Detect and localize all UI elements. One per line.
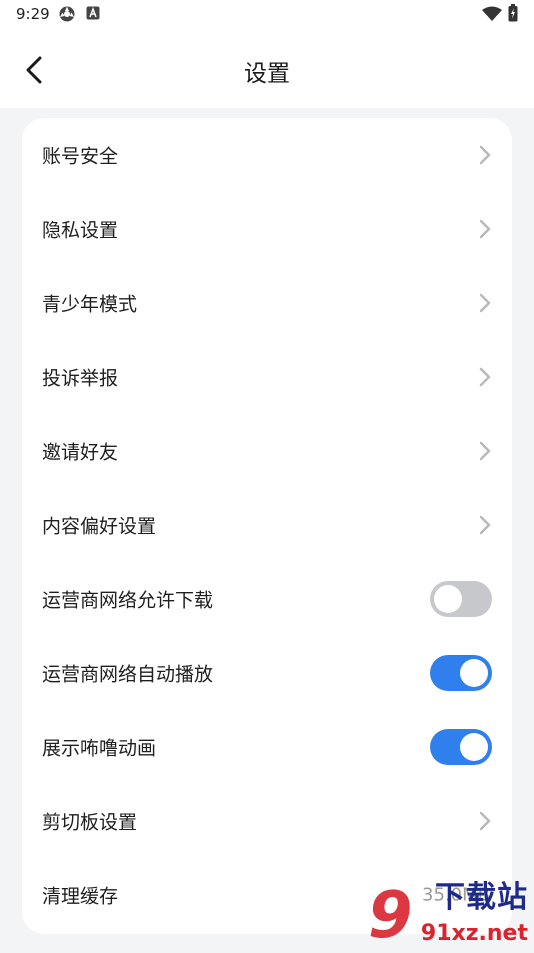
settings-item-label: 运营商网络自动播放 bbox=[42, 663, 214, 686]
toggle-knob bbox=[434, 585, 462, 613]
app-notification-icon bbox=[58, 5, 76, 27]
settings-item-label: 隐私设置 bbox=[42, 219, 119, 242]
status-time: 9:29 bbox=[16, 5, 50, 23]
chevron-right-icon bbox=[479, 811, 491, 831]
chevron-right-icon bbox=[479, 367, 491, 387]
settings-item-label: 展示咘噜动画 bbox=[42, 737, 157, 760]
settings-item-label: 邀请好友 bbox=[42, 441, 119, 464]
chevron-right-icon bbox=[479, 145, 491, 165]
settings-item-teen-mode[interactable]: 青少年模式 bbox=[22, 266, 512, 340]
settings-item-label: 清理缓存 bbox=[42, 885, 119, 908]
settings-item-cellular-autoplay: 运营商网络自动播放 bbox=[22, 636, 512, 710]
settings-item-label: 运营商网络允许下载 bbox=[42, 589, 214, 612]
battery-icon bbox=[508, 4, 518, 26]
status-bar: 9:29 bbox=[0, 0, 534, 30]
settings-list: 账号安全 隐私设置 青少年模式 投诉举报 邀请好友 内容偏好设置 运营商网络允许… bbox=[22, 118, 512, 934]
show-animation-toggle[interactable] bbox=[430, 729, 492, 765]
toggle-knob bbox=[460, 733, 488, 761]
settings-item-report[interactable]: 投诉举报 bbox=[22, 340, 512, 414]
chevron-right-icon bbox=[479, 441, 491, 461]
wifi-icon bbox=[482, 6, 502, 26]
settings-item-clipboard[interactable]: 剪切板设置 bbox=[22, 784, 512, 858]
top-bar: 设置 bbox=[0, 30, 534, 108]
settings-item-account-security[interactable]: 账号安全 bbox=[22, 118, 512, 192]
settings-item-cellular-download: 运营商网络允许下载 bbox=[22, 562, 512, 636]
page-title: 设置 bbox=[244, 61, 290, 87]
settings-item-show-animation: 展示咘噜动画 bbox=[22, 710, 512, 784]
settings-item-label: 账号安全 bbox=[42, 145, 119, 168]
cache-size-value: 35.0MB bbox=[422, 884, 490, 906]
settings-item-content-preferences[interactable]: 内容偏好设置 bbox=[22, 488, 512, 562]
settings-item-privacy[interactable]: 隐私设置 bbox=[22, 192, 512, 266]
settings-item-label: 剪切板设置 bbox=[42, 811, 138, 834]
settings-item-clear-cache[interactable]: 清理缓存 35.0MB bbox=[22, 858, 512, 932]
toggle-knob bbox=[460, 659, 488, 687]
settings-item-label: 青少年模式 bbox=[42, 293, 138, 316]
keyboard-notification-icon bbox=[86, 5, 100, 25]
cellular-download-toggle[interactable] bbox=[430, 581, 492, 617]
settings-item-label: 投诉举报 bbox=[42, 367, 119, 390]
settings-item-label: 内容偏好设置 bbox=[42, 515, 157, 538]
chevron-right-icon bbox=[479, 515, 491, 535]
chevron-right-icon bbox=[479, 219, 491, 239]
settings-item-invite-friends[interactable]: 邀请好友 bbox=[22, 414, 512, 488]
cellular-autoplay-toggle[interactable] bbox=[430, 655, 492, 691]
chevron-right-icon bbox=[479, 293, 491, 313]
